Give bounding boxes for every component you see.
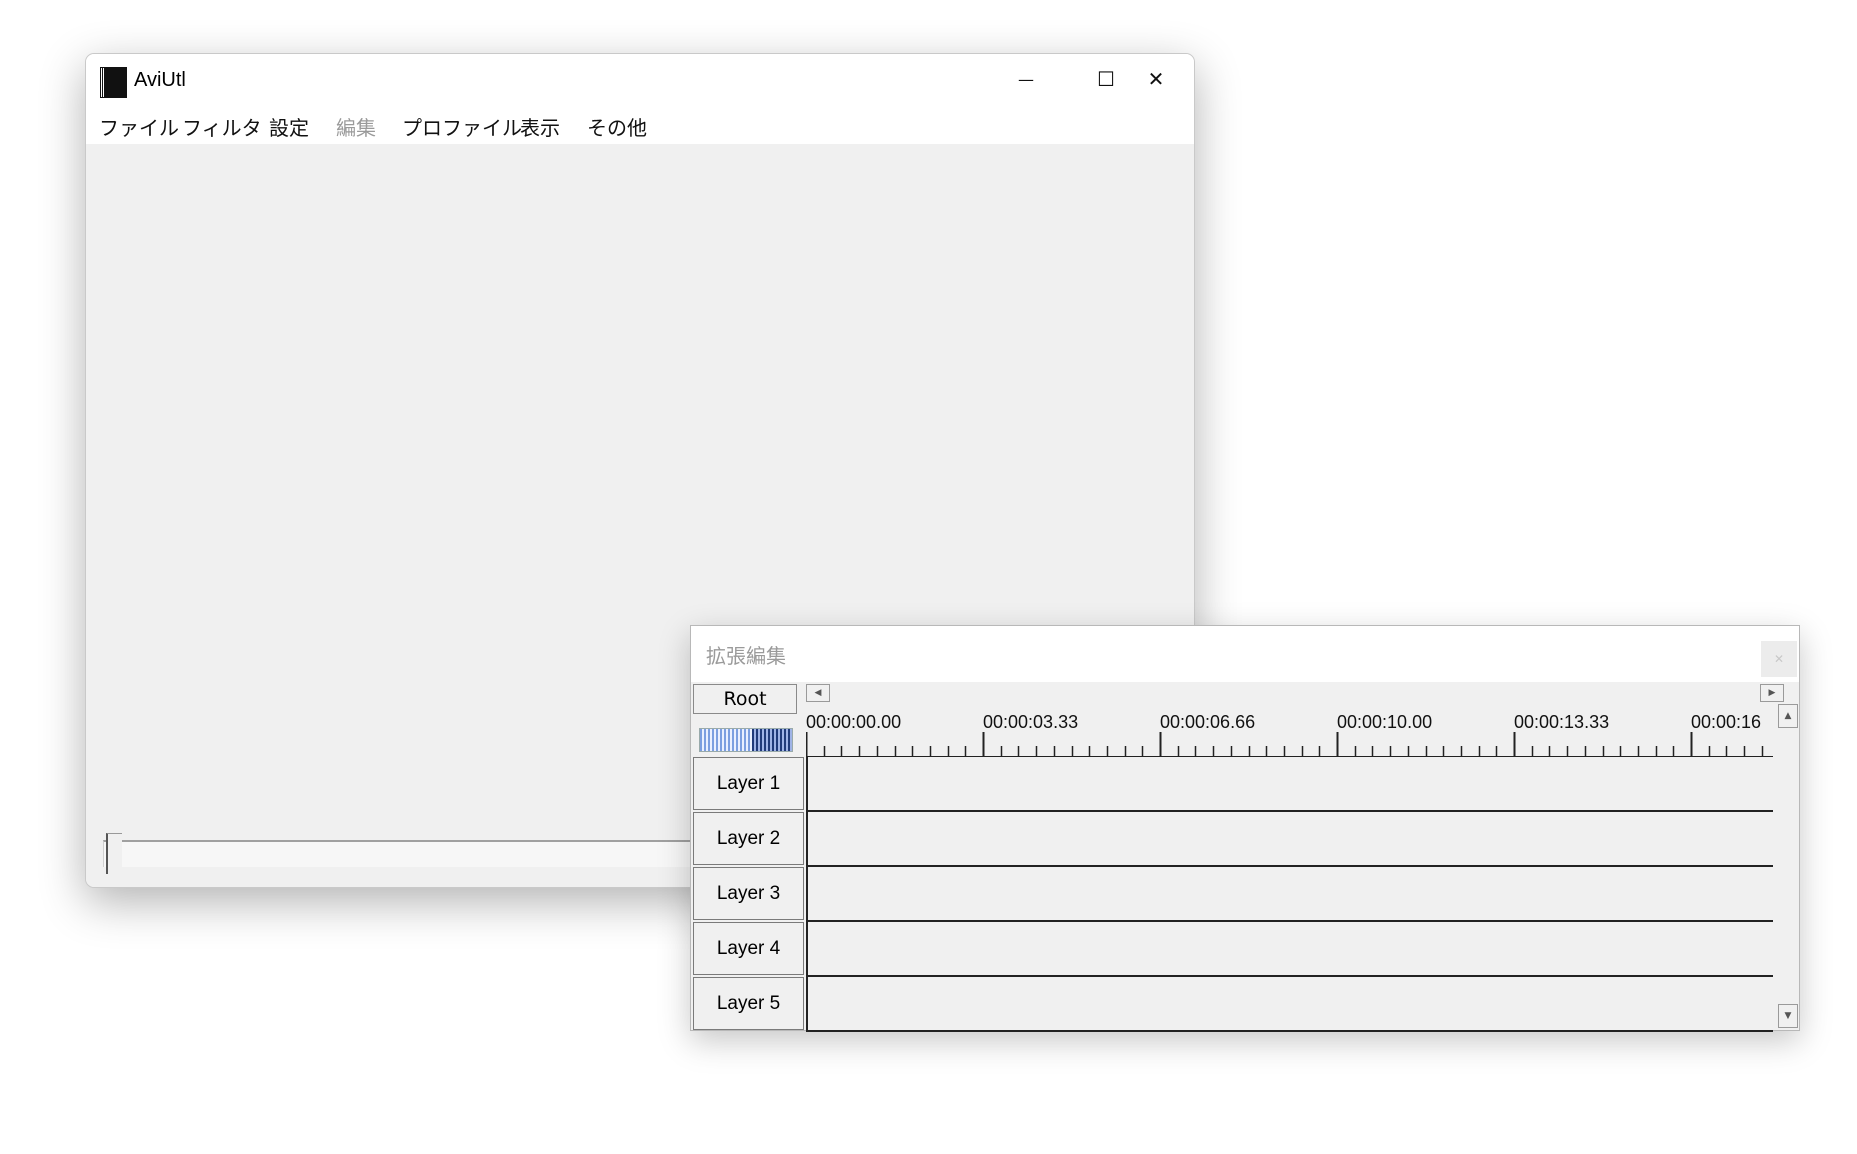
extended-edit-close-button[interactable]: ✕	[1761, 641, 1797, 677]
menu-other[interactable]: その他	[587, 112, 647, 141]
menu-file[interactable]: ファイル	[99, 112, 179, 141]
scroll-up-arrow-icon[interactable]: ▲	[1778, 704, 1798, 728]
extended-edit-window: 拡張編集 ✕ Root ◀ ▶ 00:00:00.00 00:00:03.33 …	[690, 625, 1800, 1032]
layer-3-button[interactable]: Layer 3	[693, 867, 804, 920]
layer-5-button[interactable]: Layer 5	[693, 977, 804, 1030]
close-icon: ✕	[1773, 652, 1785, 666]
extended-edit-title: 拡張編集	[706, 644, 786, 668]
minimize-button[interactable]: —	[986, 54, 1066, 104]
layer-row: Layer 5	[691, 977, 1773, 1032]
layer-3-track[interactable]	[806, 867, 1773, 922]
menu-filter[interactable]: フィルタ	[182, 112, 262, 141]
scroll-left-arrow-icon[interactable]: ◀	[806, 684, 830, 702]
layer-row: Layer 1	[691, 757, 1773, 812]
scroll-right-arrow-icon[interactable]: ▶	[1760, 684, 1784, 702]
layer-row: Layer 3	[691, 867, 1773, 922]
zoom-slider[interactable]	[699, 728, 793, 752]
layer-1-track[interactable]	[806, 757, 1773, 812]
scroll-down-arrow-icon[interactable]: ▼	[1778, 1004, 1798, 1028]
close-icon: ✕	[1147, 67, 1165, 91]
layer-2-track[interactable]	[806, 812, 1773, 867]
ruler-ticks	[806, 732, 1764, 756]
layer-row: Layer 2	[691, 812, 1773, 867]
menu-profile[interactable]: プロファイル	[402, 112, 522, 141]
close-button[interactable]: ✕	[1116, 54, 1194, 104]
seek-thumb[interactable]	[106, 833, 122, 874]
root-button[interactable]: Root	[693, 684, 797, 714]
film-icon	[100, 67, 127, 98]
layer-2-button[interactable]: Layer 2	[693, 812, 804, 865]
window-title: AviUtl	[134, 69, 186, 91]
layer-1-button[interactable]: Layer 1	[693, 757, 804, 810]
menu-view[interactable]: 表示	[520, 112, 560, 141]
minimize-icon: —	[1018, 69, 1034, 89]
layer-5-track[interactable]	[806, 977, 1773, 1032]
vertical-scrollbar[interactable]: ▲ ▼	[1778, 704, 1798, 1028]
menu-bar: ファイル フィルタ 設定 編集 プロファイル 表示 その他	[86, 104, 1194, 144]
time-ruler[interactable]: 00:00:00.00 00:00:03.33 00:00:06.66 00:0…	[806, 704, 1773, 757]
layer-4-track[interactable]	[806, 922, 1773, 977]
zoom-level-fill	[752, 729, 792, 751]
layer-row: Layer 4	[691, 922, 1773, 977]
menu-settings[interactable]: 設定	[269, 112, 309, 141]
horizontal-scrollbar[interactable]: ◀ ▶	[806, 684, 1784, 702]
layer-4-button[interactable]: Layer 4	[693, 922, 804, 975]
maximize-icon: ☐	[1097, 67, 1115, 91]
title-bar[interactable]: AviUtl — ☐ ✕	[86, 54, 1194, 104]
extended-edit-title-bar[interactable]: 拡張編集 ✕	[691, 626, 1799, 682]
menu-edit[interactable]: 編集	[336, 112, 376, 141]
